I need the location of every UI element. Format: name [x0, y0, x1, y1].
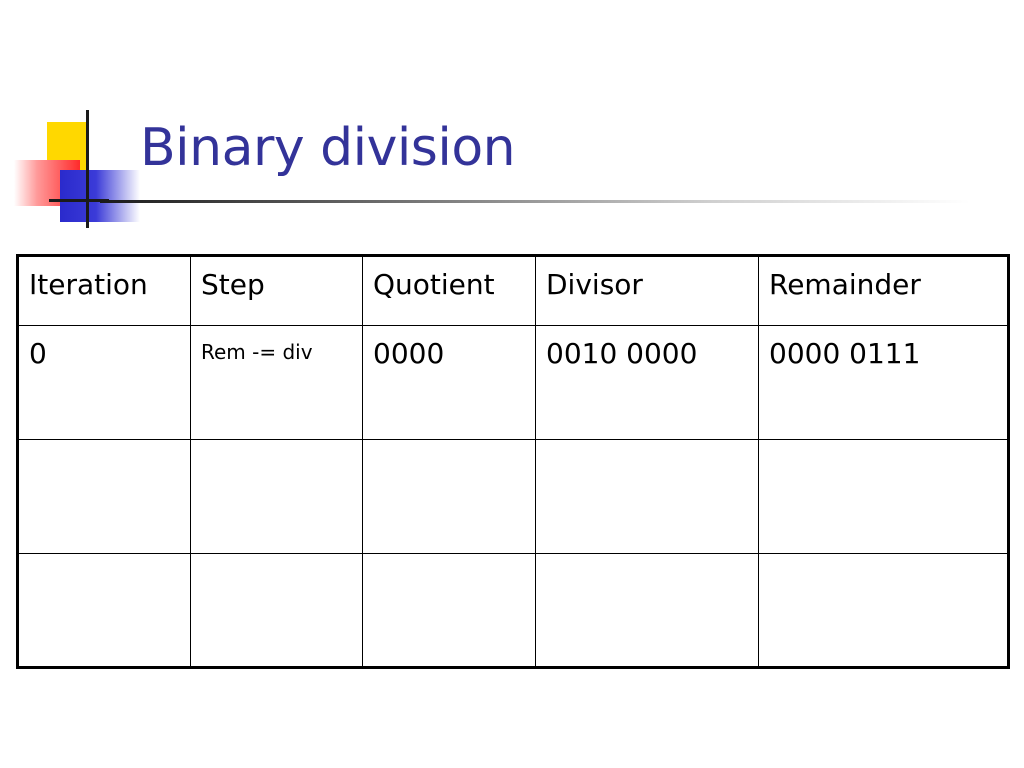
cell-remainder: 0000 0111 — [758, 325, 1009, 440]
table-row — [17, 439, 1009, 554]
table-row — [17, 553, 1009, 668]
table-row: 0 Rem -= div 0000 0010 0000 0000 0111 — [17, 325, 1009, 440]
cell-remainder — [758, 553, 1009, 668]
cell-divisor — [535, 553, 759, 668]
cell-step: Rem -= div — [190, 325, 363, 440]
header-divisor: Divisor — [535, 255, 759, 326]
slide-title: Binary division — [140, 118, 516, 178]
cell-iteration: 0 — [17, 325, 191, 440]
cell-divisor: 0010 0000 — [535, 325, 759, 440]
slide-logo — [0, 0, 140, 240]
title-underline — [100, 200, 970, 203]
cell-quotient — [362, 439, 536, 554]
cell-quotient: 0000 — [362, 325, 536, 440]
cell-divisor — [535, 439, 759, 554]
header-quotient: Quotient — [362, 255, 536, 326]
division-table-container: Iteration Step Quotient Divisor Remainde… — [16, 254, 1010, 669]
cell-step — [190, 439, 363, 554]
logo-blue-square — [60, 170, 140, 222]
table-header-row: Iteration Step Quotient Divisor Remainde… — [17, 255, 1009, 326]
header-step: Step — [190, 255, 363, 326]
cell-quotient — [362, 553, 536, 668]
header-remainder: Remainder — [758, 255, 1009, 326]
cell-iteration — [17, 553, 191, 668]
logo-vertical-line — [86, 110, 89, 228]
slide: Binary division Iteration Step Quotient … — [0, 0, 1024, 768]
cell-remainder — [758, 439, 1009, 554]
cell-iteration — [17, 439, 191, 554]
division-table: Iteration Step Quotient Divisor Remainde… — [16, 254, 1010, 669]
cell-step — [190, 553, 363, 668]
header-iteration: Iteration — [17, 255, 191, 326]
